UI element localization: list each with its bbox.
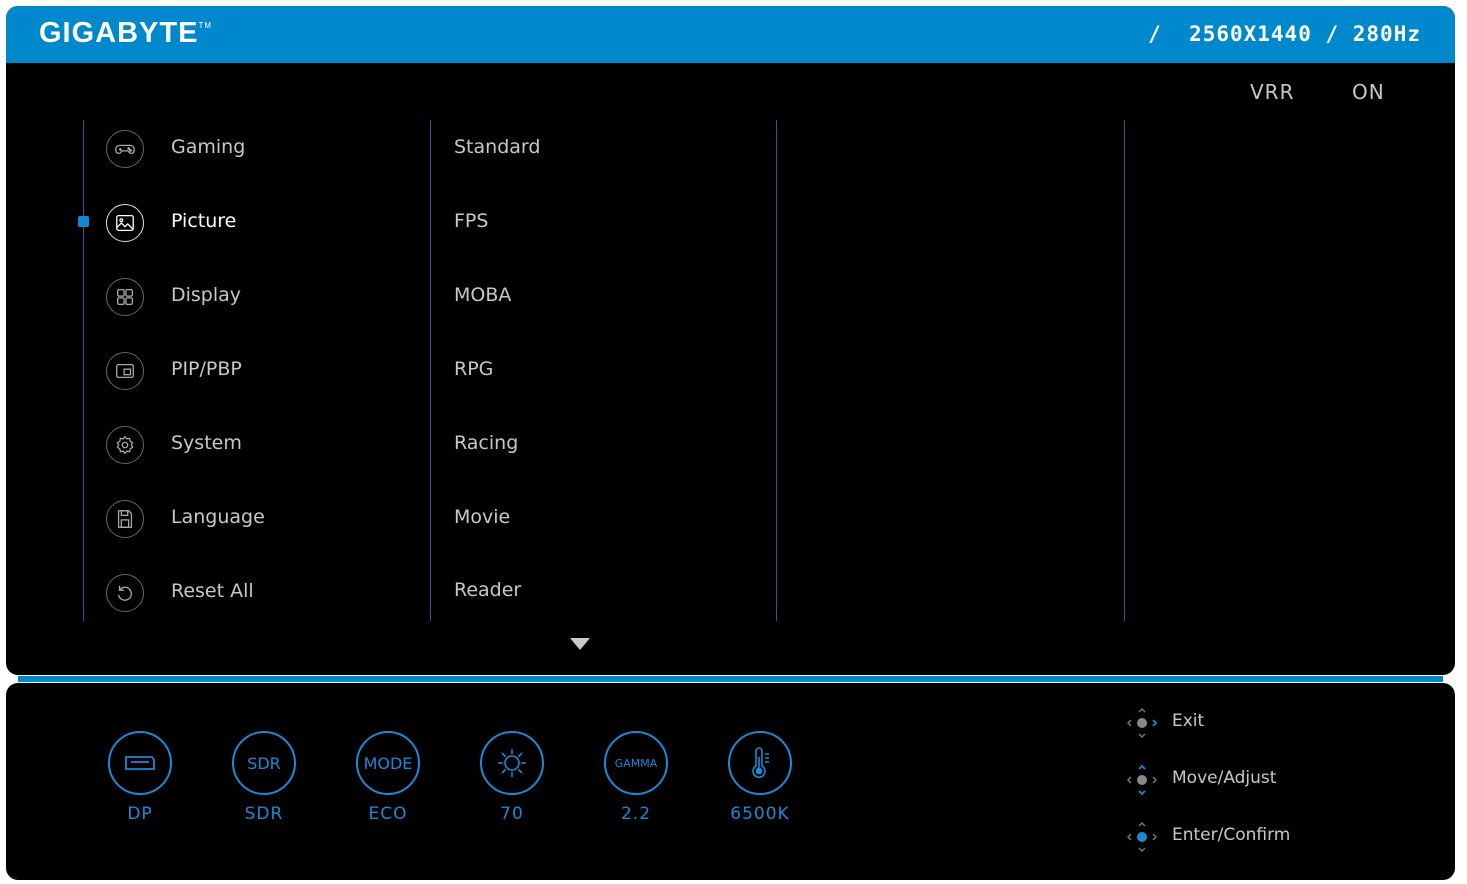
brand-logo: GIGABYTETM — [39, 17, 213, 49]
status-hdr-value: SDR — [244, 804, 284, 824]
gamepad-icon — [106, 130, 144, 168]
column-divider — [430, 120, 431, 621]
submenu-item-reader[interactable]: Reader — [454, 579, 521, 601]
hint-label: Enter/Confirm — [1172, 825, 1291, 845]
submenu-item-moba[interactable]: MOBA — [454, 284, 511, 306]
status-mode-value: ECO — [368, 804, 408, 824]
save-icon — [106, 500, 144, 538]
submenu-item-racing[interactable]: Racing — [454, 432, 518, 454]
pip-icon — [106, 352, 144, 390]
submenu-item-standard[interactable]: Standard — [454, 136, 540, 158]
sdr-icon: SDR — [232, 731, 296, 795]
scroll-down-arrow-icon[interactable] — [570, 638, 590, 650]
submenu-item-rpg[interactable]: RPG — [454, 358, 493, 380]
column-divider — [776, 120, 777, 621]
picture-icon — [106, 204, 144, 242]
submenu-item-fps[interactable]: FPS — [454, 210, 488, 232]
vrr-label: VRR — [1250, 80, 1295, 104]
menu-item-label: Display — [171, 284, 242, 306]
brightness-icon — [480, 731, 544, 795]
joystick-updown-icon — [1126, 764, 1158, 796]
mode-icon: MODE — [356, 731, 420, 795]
submenu-item-movie[interactable]: Movie — [454, 506, 510, 528]
gamma-icon: GAMMA — [604, 731, 668, 795]
menu-item-label: Reset All — [171, 580, 254, 602]
status-input-value: DP — [127, 804, 153, 824]
grid-icon — [106, 278, 144, 316]
mode-icon-text: MODE — [363, 753, 413, 773]
active-indicator — [78, 216, 89, 227]
displayport-icon — [108, 731, 172, 795]
menu-item-label: System — [171, 432, 242, 454]
trademark-mark: TM — [198, 21, 213, 30]
vrr-value: ON — [1352, 80, 1385, 104]
gamma-icon-text: GAMMA — [614, 756, 658, 770]
hint-label: Move/Adjust — [1172, 768, 1277, 788]
menu-item-label: Gaming — [171, 136, 246, 158]
thermometer-icon — [728, 731, 792, 795]
column-divider — [83, 120, 84, 621]
status-brightness-value: 70 — [500, 804, 524, 824]
menu-item-label: Picture — [171, 210, 237, 232]
osd-main-panel: GIGABYTETM / 2560X1440 / 280Hz VRR ON Ga… — [6, 6, 1455, 675]
header-bar: GIGABYTETM / 2560X1440 / 280Hz — [6, 6, 1455, 63]
status-gamma-value: 2.2 — [620, 804, 652, 824]
joystick-left-icon — [1126, 707, 1158, 739]
menu-item-label: Language — [171, 506, 265, 528]
column-divider — [1124, 120, 1125, 621]
gear-icon — [106, 426, 144, 464]
status-color-temp-value: 6500K — [730, 804, 790, 824]
resolution-info: / 2560X1440 / 280Hz — [1148, 22, 1421, 46]
reset-icon — [106, 574, 144, 612]
separator-bar — [18, 676, 1443, 682]
sdr-icon-text: SDR — [247, 753, 281, 773]
hint-label: Exit — [1172, 711, 1205, 731]
joystick-press-icon — [1126, 821, 1158, 853]
osd-status-panel: DP SDR SDR MODE ECO 70 GAMMA 2.2 6500K E… — [6, 683, 1455, 880]
menu-item-label: PIP/PBP — [171, 358, 242, 380]
